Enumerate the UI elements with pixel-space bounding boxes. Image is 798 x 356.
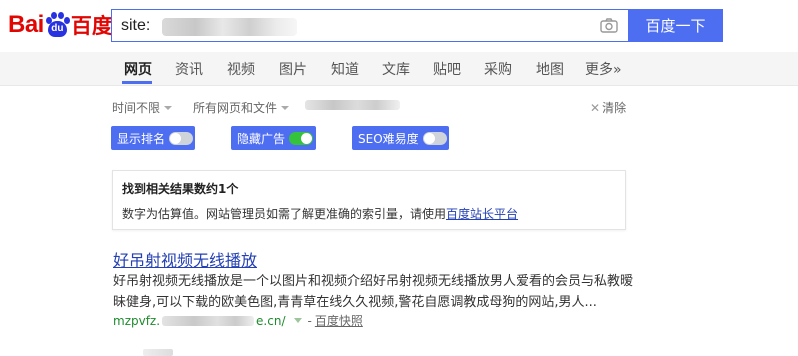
scope-filter[interactable]: 所有网页和文件 (193, 99, 290, 116)
nav-tabs: 网页 资讯 视频 图片 知道 文库 贴吧 采购 地图 更多» (0, 52, 798, 86)
chevron-down-icon[interactable] (293, 318, 302, 323)
url-prefix: mzpvfz. (113, 313, 161, 328)
result-count-box: 找到相关结果数约1个 数字为估算值。网站管理员如需了解更准确的索引量，请使用百度… (112, 170, 626, 230)
toggle-show-rank[interactable]: 显示排名 (111, 126, 195, 150)
search-button[interactable]: 百度一下 (628, 9, 723, 42)
toggle-label: 隐藏广告 (237, 131, 286, 146)
toggle-seo-difficulty[interactable]: SEO难易度 (352, 126, 449, 150)
header: Bai du 百度 site: 百度一下 (0, 0, 798, 52)
switch-off[interactable] (169, 131, 194, 145)
active-tab-indicator (122, 81, 152, 84)
paw-icon: du (45, 12, 70, 38)
tab-video[interactable]: 视频 (227, 59, 255, 79)
logo-text-bai: Bai (8, 11, 44, 38)
chevron-down-icon (164, 105, 173, 110)
tab-images[interactable]: 图片 (279, 59, 307, 79)
tab-more[interactable]: 更多» (585, 59, 622, 79)
toggle-label: 显示排名 (117, 131, 166, 146)
search-input[interactable]: site: (111, 9, 628, 42)
close-icon: ✕ (590, 100, 601, 115)
snapshot-link[interactable]: 百度快照 (315, 312, 363, 329)
tab-tieba[interactable]: 贴吧 (433, 59, 461, 79)
tab-zhidao[interactable]: 知道 (331, 59, 359, 79)
chevron-down-icon (281, 105, 290, 110)
result-abstract: 好吊射视频无线播放是一个以图片和视频介绍好吊射视频无线播放男人爱看的会员与私教暧… (113, 274, 634, 310)
baidu-logo[interactable]: Bai du 百度 (8, 8, 113, 42)
blurred-site-filter (305, 100, 400, 110)
webmaster-platform-link[interactable]: 百度站长平台 (446, 207, 518, 221)
camera-icon[interactable] (600, 18, 618, 33)
tab-web[interactable]: 网页 (124, 59, 152, 79)
clear-label: 清除 (602, 101, 627, 115)
time-filter[interactable]: 时间不限 (112, 99, 173, 116)
tab-purchase[interactable]: 采购 (484, 59, 512, 79)
url-separator: - (307, 313, 312, 328)
result-count-note: 数字为估算值。网站管理员如需了解更准确的索引量，请使用百度站长平台 (122, 205, 518, 222)
note-text: 数字为估算值。网站管理员如需了解更准确的索引量，请使用 (122, 207, 447, 221)
blurred-query (162, 18, 297, 36)
url-suffix: e.cn/ (256, 313, 286, 328)
clear-filters-button[interactable]: ✕ 清除 (590, 99, 626, 116)
logo-text-du: du (51, 23, 64, 34)
tab-wenku[interactable]: 文库 (382, 59, 410, 79)
toggle-hide-ads[interactable]: 隐藏广告 (231, 126, 316, 150)
toggle-label: SEO难易度 (358, 131, 419, 146)
result-count: 找到相关结果数约1个 (122, 182, 239, 196)
time-filter-label: 时间不限 (112, 101, 161, 115)
switch-on[interactable] (289, 131, 314, 145)
result-title-link[interactable]: 好吊射视频无线播放 (113, 247, 257, 271)
next-result-partial (143, 349, 173, 356)
logo-text-cn: 百度 (70, 14, 113, 38)
switch-off[interactable] (422, 131, 447, 145)
search-query-text: site: (121, 17, 151, 34)
tab-news[interactable]: 资讯 (175, 59, 203, 79)
tab-map[interactable]: 地图 (536, 59, 564, 79)
blurred-url (162, 315, 255, 326)
scope-filter-label: 所有网页和文件 (193, 101, 278, 115)
result-url: mzpvfz. e.cn/ - 百度快照 (113, 312, 363, 329)
